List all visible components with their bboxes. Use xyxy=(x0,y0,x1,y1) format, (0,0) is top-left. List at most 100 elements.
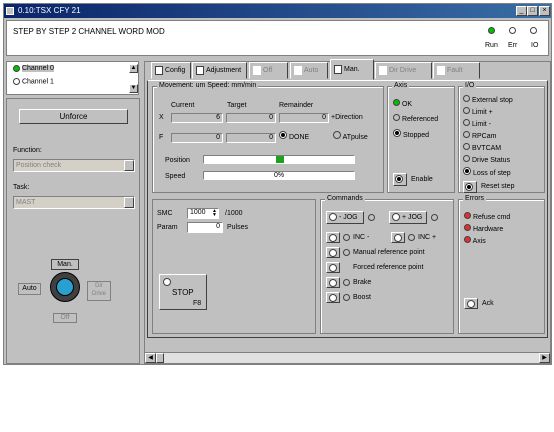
tree-scroll-down[interactable]: ▼ xyxy=(129,84,138,93)
jog-plus-button[interactable]: + JOG xyxy=(389,211,427,224)
function-label: Function: xyxy=(13,147,42,154)
movement-group: Movement: um Speed: mm/min Current Targe… xyxy=(152,82,384,193)
error-item: Axis xyxy=(464,236,486,245)
mode-man-label: Man. xyxy=(51,259,79,270)
done-radio-icon xyxy=(279,131,287,139)
boost-led-icon xyxy=(343,294,350,301)
brake-label: Brake xyxy=(353,279,372,286)
tab-dir-drive[interactable]: Dir Drive xyxy=(375,62,432,79)
row-x-label: X xyxy=(159,114,164,121)
io-label: IO xyxy=(531,42,539,49)
position-label: Position xyxy=(165,157,190,164)
param-label: Param xyxy=(157,224,178,231)
run-led xyxy=(488,27,498,37)
ok-led-icon xyxy=(393,99,400,106)
channel-tree: Channel 0 Channel 1 ▲ ▼ xyxy=(6,61,139,95)
channel-1-label: Channel 1 xyxy=(21,78,54,86)
atpulse-indicator: ATpulse xyxy=(333,131,368,141)
reset-radio-icon xyxy=(465,183,473,191)
done-indicator: DONE xyxy=(279,131,309,141)
boost-button[interactable] xyxy=(326,292,340,303)
inc-minus-button[interactable] xyxy=(326,232,340,243)
inc-plus-label: INC + xyxy=(418,234,437,241)
mode-selector-knob[interactable] xyxy=(50,272,80,302)
direction-label: +Direction xyxy=(331,114,363,121)
f-target-field: 0 xyxy=(226,133,276,143)
tree-scroll-up[interactable]: ▲ xyxy=(129,64,138,73)
inc-plus-button[interactable] xyxy=(391,232,405,243)
axis-group: Axis OK Referenced Stopped Enable xyxy=(387,82,455,193)
col-current: Current xyxy=(171,102,195,109)
manual-ref-button[interactable] xyxy=(326,247,340,258)
minimize-button[interactable]: _ xyxy=(516,6,527,16)
reset-step-label: Reset step xyxy=(481,183,515,190)
error-item: Hardware xyxy=(464,224,503,233)
smc-unit: /1000 xyxy=(225,210,243,217)
error-led-icon xyxy=(464,236,471,243)
brake-button[interactable] xyxy=(326,277,340,288)
enable-button[interactable] xyxy=(393,173,407,186)
channel-1-item[interactable]: Channel 1 xyxy=(13,78,123,85)
row-f-label: F xyxy=(159,134,164,141)
tab-config[interactable]: Config xyxy=(151,62,191,79)
io-item: Loss of step xyxy=(463,167,511,177)
function-select[interactable]: Position check xyxy=(13,159,135,172)
scroll-left-icon[interactable]: ◀ xyxy=(145,353,156,363)
forced-ref-button[interactable] xyxy=(326,262,340,273)
jog-minus-led-icon xyxy=(368,214,375,221)
param-unit: Pulses xyxy=(227,224,249,231)
task-select[interactable]: MAST xyxy=(13,196,135,209)
f-current-field: 0 xyxy=(171,133,223,143)
atpulse-radio-icon xyxy=(333,131,341,139)
referenced-led-icon xyxy=(393,114,400,121)
horizontal-scrollbar[interactable]: ◀ ▶ xyxy=(145,352,550,363)
stop-button[interactable]: STOP F8 xyxy=(159,274,207,310)
tab-man[interactable]: Man. xyxy=(330,59,374,80)
scroll-thumb[interactable] xyxy=(156,353,164,363)
io-item: Limit + xyxy=(463,107,493,116)
jog-minus-button[interactable]: - JOG xyxy=(326,211,364,224)
scroll-right-icon[interactable]: ▶ xyxy=(539,353,550,363)
commands-title: Commands xyxy=(325,195,365,202)
mode-dir-drive-label: Dir Drive xyxy=(87,281,111,301)
close-button[interactable]: × xyxy=(539,6,550,16)
tab-off[interactable]: Off xyxy=(249,62,288,79)
function-dropdown-icon[interactable] xyxy=(124,160,134,171)
speed-label: Speed xyxy=(165,173,186,180)
maximize-button[interactable]: □ xyxy=(527,6,538,16)
channel-0-item[interactable]: Channel 0 xyxy=(13,65,123,73)
col-target: Target xyxy=(227,102,247,109)
axis-ok: OK xyxy=(393,99,412,108)
io-item: Drive Status xyxy=(463,155,510,164)
reset-step-button[interactable] xyxy=(463,181,477,193)
param-input[interactable]: 0 xyxy=(187,222,223,233)
spinner-arrows-icon[interactable]: ▲ ▼ xyxy=(212,209,217,218)
io-item: BVTCAM xyxy=(463,143,501,152)
module-heading: STEP BY STEP 2 CHANNEL WORD MOD xyxy=(13,27,165,36)
function-value: Position check xyxy=(16,162,62,169)
x-target-field: 0 xyxy=(226,113,276,123)
task-dropdown-icon[interactable] xyxy=(124,197,134,208)
axis-title: Axis xyxy=(392,82,410,89)
enable-radio-icon xyxy=(395,175,403,183)
error-led-icon xyxy=(464,212,471,219)
mode-off-label: Off xyxy=(53,313,77,323)
window-icon xyxy=(6,7,14,15)
run-label: Run xyxy=(485,42,498,49)
smc-spinner[interactable]: 1000 ▲ ▼ xyxy=(187,208,219,219)
ack-button[interactable] xyxy=(464,298,478,309)
task-value: MAST xyxy=(16,199,36,206)
err-label: Err xyxy=(508,42,518,49)
right-panel: Config Adjustment Off Auto Man. Dir Driv… xyxy=(144,59,551,364)
brake-led-icon xyxy=(343,279,350,286)
window-title: 0.10:TSX CFY 21 xyxy=(18,6,81,15)
tab-adjustment[interactable]: Adjustment xyxy=(192,62,247,79)
stopped-radio-icon xyxy=(393,129,401,137)
movement-title: Movement: um Speed: mm/min xyxy=(157,82,259,89)
tab-fault[interactable]: Fault xyxy=(433,62,480,79)
stop-label: STOP xyxy=(172,288,194,297)
jog-plus-led-icon xyxy=(431,214,438,221)
unforce-button[interactable]: Unforce xyxy=(19,109,128,124)
tab-auto[interactable]: Auto xyxy=(290,62,328,79)
col-remainder: Remainder xyxy=(279,102,314,109)
